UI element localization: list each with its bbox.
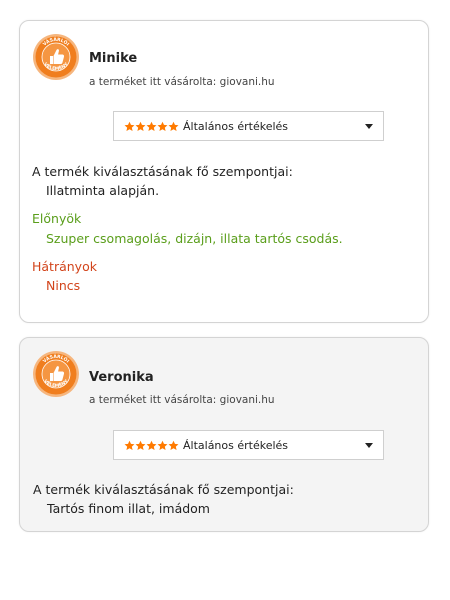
cons-value: Nincs <box>46 278 81 293</box>
star-icon <box>124 121 135 131</box>
pros-heading: Előnyök <box>32 211 82 226</box>
purchase-info: a terméket itt vásárolta: giovani.hu <box>89 76 275 88</box>
pros-value: Szuper csomagolás, dizájn, illata tartós… <box>46 231 343 246</box>
rating-label: Általános értékelés <box>183 438 289 452</box>
star-icon <box>135 121 146 131</box>
criteria-value: Illatminta alapján. <box>46 183 160 198</box>
review-list: VÁSÁRLÓI VÉLEMÉNY Minike a terméket itt … <box>0 0 450 600</box>
customer-review-badge-icon: VÁSÁRLÓI VÉLEMÉNY <box>33 34 79 80</box>
rating-dropdown[interactable]: Általános értékelés <box>113 111 384 141</box>
cons-heading: Hátrányok <box>32 259 97 274</box>
purchase-info: a terméket itt vásárolta: giovani.hu <box>89 394 275 406</box>
star-icon <box>168 121 179 131</box>
criteria-value: Tartós finom illat, imádom <box>47 501 210 516</box>
star-icon <box>146 121 157 131</box>
star-icon <box>168 440 179 450</box>
reviewer-name: Veronika <box>89 370 154 385</box>
customer-review-badge-icon: VÁSÁRLÓI VÉLEMÉNY <box>33 351 79 397</box>
rating-dropdown[interactable]: Általános értékelés <box>113 430 384 460</box>
star-icon <box>135 440 146 450</box>
criteria-heading: A termék kiválasztásának fő szempontjai: <box>32 164 293 179</box>
review-card: VÁSÁRLÓI VÉLEMÉNY Minike a terméket itt … <box>19 20 429 323</box>
reviewer-name: Minike <box>89 51 138 66</box>
star-icon <box>124 440 135 450</box>
star-rating <box>124 440 179 451</box>
criteria-heading: A termék kiválasztásának fő szempontjai: <box>33 482 294 497</box>
chevron-down-icon <box>365 443 373 448</box>
rating-label: Általános értékelés <box>183 119 289 133</box>
review-card: VÁSÁRLÓI VÉLEMÉNY Veronika a terméket it… <box>19 337 429 532</box>
star-icon <box>157 440 168 450</box>
chevron-down-icon <box>365 124 373 129</box>
star-icon <box>157 121 168 131</box>
star-icon <box>146 440 157 450</box>
star-rating <box>124 121 179 132</box>
